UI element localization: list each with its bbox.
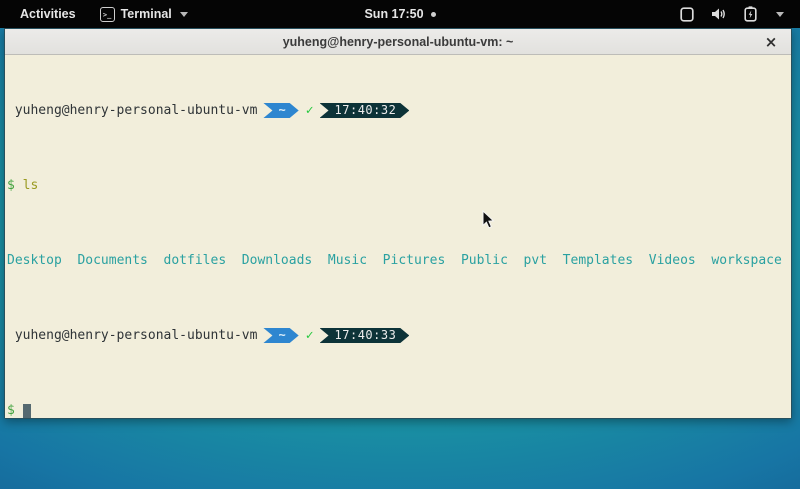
- directory-name: Documents: [77, 253, 147, 268]
- directory-name: workspace: [711, 253, 781, 268]
- clock-button[interactable]: Sun 17:50: [364, 7, 435, 21]
- prompt-time: 17:40:32: [335, 103, 397, 117]
- prompt-check-icon: ✓: [306, 103, 314, 118]
- typed-command: ls: [23, 178, 39, 193]
- dollar-sign: $: [7, 403, 15, 418]
- directory-name: Videos: [649, 253, 696, 268]
- caret-down-icon: [776, 12, 784, 17]
- directory-name: Pictures: [383, 253, 446, 268]
- window-title: yuheng@henry-personal-ubuntu-vm: ~: [5, 35, 791, 49]
- dollar-sign: $: [7, 178, 15, 193]
- directory-name: Desktop: [7, 253, 62, 268]
- prompt-time-segment: 17:40:33: [320, 328, 410, 343]
- input-line: $: [7, 403, 789, 418]
- close-button[interactable]: ×: [760, 29, 782, 55]
- directory-name: dotfiles: [164, 253, 227, 268]
- activities-button[interactable]: Activities: [14, 4, 82, 24]
- prompt-check-icon: ✓: [306, 328, 314, 343]
- volume-icon: [711, 7, 727, 21]
- notification-dot: [431, 12, 436, 17]
- prompt-line: yuheng@henry-personal-ubuntu-vm ~ ✓ 17:40:3…: [7, 328, 789, 343]
- display-icon: [680, 7, 694, 22]
- prompt-time-segment: 17:40:32: [320, 103, 410, 118]
- directory-name: Downloads: [242, 253, 312, 268]
- battery-charging-icon: [744, 6, 757, 22]
- terminal-screen[interactable]: yuheng@henry-personal-ubuntu-vm ~ ✓ 17:40:3…: [5, 55, 791, 418]
- caret-down-icon: [180, 12, 188, 17]
- prompt-user: yuheng@henry-personal-ubuntu-vm: [15, 103, 258, 118]
- window-titlebar[interactable]: yuheng@henry-personal-ubuntu-vm: ~ ×: [5, 29, 791, 55]
- terminal-window: yuheng@henry-personal-ubuntu-vm: ~ × yuh…: [4, 28, 792, 419]
- app-menu-terminal[interactable]: >_ Terminal: [100, 7, 188, 22]
- command-line: $ ls: [7, 178, 789, 193]
- terminal-icon: >_: [100, 7, 115, 22]
- prompt-line: yuheng@henry-personal-ubuntu-vm ~ ✓ 17:40:3…: [7, 103, 789, 118]
- app-menu-label: Terminal: [121, 7, 172, 21]
- top-bar: Activities >_ Terminal Sun 17:50: [0, 0, 800, 28]
- prompt-path: ~: [278, 103, 285, 117]
- prompt-path: ~: [278, 328, 285, 342]
- prompt-path-segment: ~: [263, 103, 298, 118]
- ls-output-line: Desktop Documents dotfiles Downloads Music Pi…: [7, 253, 789, 268]
- prompt-path-segment: ~: [263, 328, 298, 343]
- directory-name: pvt: [524, 253, 547, 268]
- directory-name: Public: [461, 253, 508, 268]
- directory-name: Music: [328, 253, 367, 268]
- clock-label: Sun 17:50: [364, 7, 423, 21]
- prompt-user: yuheng@henry-personal-ubuntu-vm: [15, 328, 258, 343]
- directory-name: Templates: [563, 253, 633, 268]
- prompt-time: 17:40:33: [335, 328, 397, 342]
- system-menu[interactable]: [680, 6, 800, 22]
- terminal-cursor: [23, 404, 31, 418]
